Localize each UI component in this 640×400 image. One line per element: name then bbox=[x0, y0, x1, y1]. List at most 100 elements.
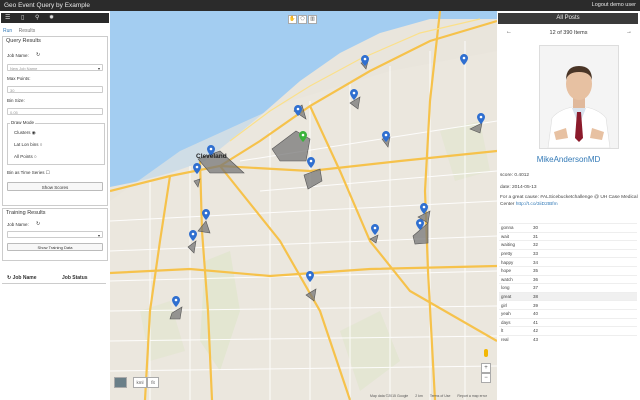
query-results-title: Query Results bbox=[6, 38, 41, 44]
tab-results[interactable]: Results bbox=[19, 28, 36, 34]
word-count-cell: 40 bbox=[531, 308, 637, 319]
terms-link[interactable]: Terms of Use bbox=[430, 394, 451, 398]
delete-icon[interactable]: ▥ bbox=[308, 15, 317, 24]
refresh-icon[interactable]: ↻ bbox=[36, 52, 40, 58]
training-refresh-icon[interactable]: ↻ bbox=[36, 221, 40, 227]
radio-clusters[interactable]: Clusters ◉ bbox=[14, 130, 36, 136]
word-count-cell: 41 bbox=[531, 317, 637, 327]
word-cell: waiting bbox=[499, 240, 531, 250]
table-row[interactable]: pretty 33 bbox=[499, 248, 637, 258]
table-row[interactable]: wait 31 bbox=[499, 231, 637, 241]
logout-link[interactable]: Logout demo user bbox=[592, 2, 636, 8]
word-count-cell: 39 bbox=[531, 300, 637, 310]
avatar bbox=[539, 45, 619, 149]
bin-size-input[interactable]: 0.05 bbox=[7, 108, 103, 115]
table-row[interactable]: waiting 32 bbox=[499, 240, 637, 250]
post-counter: 12 of 390 Items bbox=[549, 30, 588, 36]
training-job-select[interactable]: ▾ bbox=[7, 231, 103, 238]
radio-all-points-label: All Points bbox=[14, 154, 33, 159]
word-cell: girl bbox=[499, 300, 531, 310]
word-cell: lt bbox=[499, 326, 531, 336]
bin-size-label: Bin Size: bbox=[7, 98, 25, 103]
show-scores-button[interactable]: Show Scores bbox=[7, 182, 103, 191]
word-cell: gonna bbox=[499, 223, 531, 233]
show-training-data-button[interactable]: Show Training Data bbox=[7, 243, 103, 251]
app-title: Geo Event Query by Example bbox=[4, 2, 90, 9]
radio-lat-lon-bins-label: Lat Lon bins bbox=[14, 142, 39, 147]
prev-arrow-icon[interactable]: ← bbox=[506, 29, 512, 35]
word-count-cell: 34 bbox=[531, 257, 637, 267]
tab-run[interactable]: Run bbox=[3, 28, 12, 34]
training-results-panel: Training Results Job Name: ↻ ▾ Show Trai… bbox=[2, 208, 108, 261]
draw-mode-label: Draw Mode bbox=[10, 120, 36, 125]
table-row[interactable]: watch 36 bbox=[499, 274, 637, 284]
word-cell: happy bbox=[499, 257, 531, 267]
radio-clusters-label: Clusters bbox=[14, 130, 31, 135]
word-count-cell: 43 bbox=[531, 334, 637, 344]
max-points-value: 30 bbox=[10, 88, 15, 93]
table-row[interactable]: long 37 bbox=[499, 283, 637, 293]
city-label: Cleveland bbox=[196, 153, 227, 160]
hand-icon[interactable]: ✋ bbox=[288, 15, 297, 24]
posts-panel-title: All Posts bbox=[498, 13, 638, 24]
kml-button[interactable]: kml bbox=[133, 377, 147, 388]
icon-toolbar: ☰ ▯ ⚲ ✹ bbox=[1, 13, 109, 23]
max-points-label: Max Points: bbox=[7, 76, 31, 81]
word-table: gonna 30 wait 31 waiting 32 pretty 33 happy 34 hop… bbox=[499, 223, 637, 344]
table-divider bbox=[2, 283, 106, 284]
polygon-icon[interactable]: ⬠ bbox=[298, 15, 307, 24]
table-row[interactable]: happy 34 bbox=[499, 257, 637, 267]
bin-time-series-checkbox[interactable]: Bin as Time Series ☐ bbox=[7, 170, 50, 176]
word-count-cell: 33 bbox=[531, 248, 637, 258]
menu-icon[interactable]: ☰ bbox=[5, 14, 10, 21]
word-count-cell: 31 bbox=[531, 231, 637, 241]
table-row[interactable]: yeah 40 bbox=[499, 308, 637, 319]
job-name-placeholder: New Job Name bbox=[10, 66, 38, 71]
map-scale: 2 km bbox=[415, 394, 423, 398]
zoom-out-button[interactable]: − bbox=[481, 373, 491, 383]
map-canvas bbox=[110, 11, 497, 400]
word-cell: great bbox=[499, 291, 531, 301]
street-view-icon[interactable] bbox=[484, 349, 488, 357]
posts-panel: All Posts 12 of 390 Items ← → MikeAnders… bbox=[497, 11, 640, 400]
gear-icon[interactable]: ✹ bbox=[49, 14, 54, 21]
word-count-cell: 30 bbox=[531, 223, 637, 233]
post-username[interactable]: MikeAndersonMD bbox=[497, 155, 640, 164]
job-name-column-header[interactable]: ↻ Job Name bbox=[7, 275, 37, 281]
fit-button[interactable]: fit bbox=[147, 377, 159, 388]
table-row[interactable]: hope 35 bbox=[499, 265, 637, 276]
table-row[interactable]: real 43 bbox=[499, 334, 637, 344]
word-count-cell: 37 bbox=[531, 283, 637, 293]
table-row[interactable]: great 38 bbox=[499, 291, 637, 301]
chevron-down-icon: ▾ bbox=[97, 66, 100, 71]
word-count-cell: 35 bbox=[531, 265, 637, 276]
map-marker-icon[interactable]: ⚲ bbox=[35, 14, 39, 21]
training-results-title: Training Results bbox=[6, 210, 46, 216]
satellite-thumbnail[interactable] bbox=[114, 377, 127, 388]
table-row[interactable]: lt 42 bbox=[499, 326, 637, 336]
document-icon[interactable]: ▯ bbox=[21, 14, 24, 21]
word-cell: wait bbox=[499, 231, 531, 241]
job-name-select[interactable]: New Job Name ▾ bbox=[7, 64, 103, 71]
max-points-input[interactable]: 30 bbox=[7, 86, 103, 93]
next-arrow-icon[interactable]: → bbox=[626, 29, 632, 35]
bin-size-value: 0.05 bbox=[10, 110, 18, 115]
training-job-name-label: Job Name: bbox=[7, 222, 29, 227]
table-row[interactable]: gonna 30 bbox=[499, 223, 637, 233]
word-count-cell: 32 bbox=[531, 240, 637, 250]
word-cell: yeah bbox=[499, 308, 531, 319]
map-view[interactable]: Cleveland ✋ ⬠ ▥ kml fit + − Map data ©20… bbox=[110, 11, 497, 400]
radio-all-points[interactable]: All Points ○ bbox=[14, 154, 37, 159]
word-cell: hope bbox=[499, 265, 531, 276]
post-link[interactable]: http://t.co/3iiD2tBfm bbox=[516, 202, 558, 207]
job-status-column-header[interactable]: Job Status bbox=[62, 275, 88, 281]
word-cell: pretty bbox=[499, 248, 531, 258]
top-bar: Geo Event Query by Example Logout demo u… bbox=[0, 0, 640, 11]
post-text: For a great cause: #ALSicebucketchalleng… bbox=[500, 195, 638, 208]
table-row[interactable]: days 41 bbox=[499, 317, 637, 327]
post-score: score: 0.4012 bbox=[500, 173, 530, 178]
zoom-in-button[interactable]: + bbox=[481, 363, 491, 373]
radio-lat-lon-bins[interactable]: Lat Lon bins ○ bbox=[14, 142, 43, 147]
report-error-link[interactable]: Report a map error bbox=[457, 394, 487, 398]
table-row[interactable]: girl 39 bbox=[499, 300, 637, 310]
